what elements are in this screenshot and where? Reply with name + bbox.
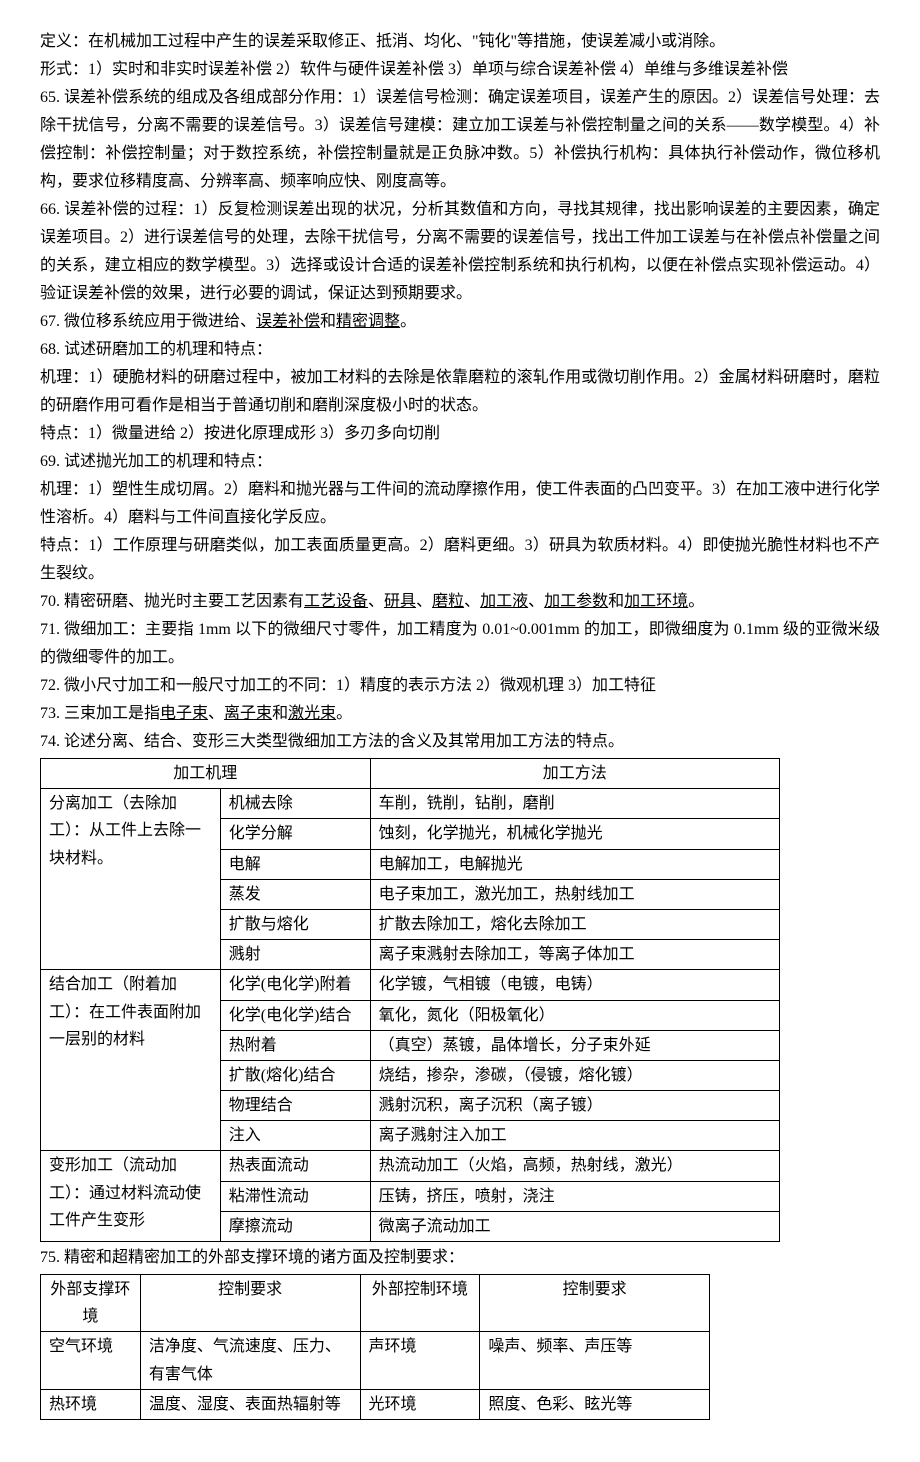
cell: 氧化，氮化（阳极氧化） [370,1000,779,1030]
cell: （真空）蒸镀，晶体增长，分子束外延 [370,1030,779,1060]
cell: 热流动加工（火焰，高频，热射线，激光） [370,1151,779,1181]
cell: 化学分解 [220,819,370,849]
cell: 噪声、频率、声压等 [480,1332,710,1389]
para-68-feat: 特点：1）微量进给 2）按进化原理成形 3）多刃多向切削 [40,420,880,448]
cell: 扩散(熔化)结合 [220,1060,370,1090]
cell-group-deform: 变形加工（流动加工）：通过材料流动使工件产生变形 [41,1151,221,1242]
cell: 照度、色彩、眩光等 [480,1389,710,1419]
table-row: 空气环境 洁净度、气流速度、压力、有害气体 声环境 噪声、频率、声压等 [41,1332,710,1389]
sep: 、 [416,593,432,610]
para-69-feat: 特点：1）工作原理与研磨类似，加工表面质量更高。2）磨料更细。3）研具为软质材料… [40,532,880,588]
cell: 电子束加工，激光加工，热射线加工 [370,879,779,909]
cell: 烧结，掺杂，渗碳，（侵镀，熔化镀） [370,1060,779,1090]
table-row: 变形加工（流动加工）：通过材料流动使工件产生变形 热表面流动 热流动加工（火焰，… [41,1151,780,1181]
para-70: 70. 精密研磨、抛光时主要工艺因素有工艺设备、研具、磨粒、加工液、加工参数和加… [40,588,880,616]
cell: 车削，铣削，钻削，磨削 [370,789,779,819]
th-req2: 控制要求 [480,1275,710,1332]
th-env2: 外部控制环境 [360,1275,480,1332]
cell: 热环境 [41,1389,141,1419]
cell: 化学(电化学)附着 [220,970,370,1000]
para-75: 75. 精密和超精密加工的外部支撑环境的诸方面及控制要求： [40,1244,880,1272]
cell: 粘滞性流动 [220,1181,370,1211]
para-forms: 形式：1）实时和非实时误差补偿 2）软件与硬件误差补偿 3）单项与综合误差补偿 … [40,56,880,84]
cell: 热附着 [220,1030,370,1060]
cell: 压铸，挤压，喷射，浇注 [370,1181,779,1211]
cell: 洁净度、气流速度、压力、有害气体 [140,1332,360,1389]
th-method: 加工方法 [370,759,779,789]
cell: 离子溅射注入加工 [370,1121,779,1151]
para-74: 74. 论述分离、结合、变形三大类型微细加工方法的含义及其常用加工方法的特点。 [40,728,880,756]
para-68: 68. 试述研磨加工的机理和特点： [40,336,880,364]
cell: 物理结合 [220,1091,370,1121]
cell: 注入 [220,1121,370,1151]
cell: 空气环境 [41,1332,141,1389]
cell: 热表面流动 [220,1151,370,1181]
cell: 离子束溅射去除加工，等离子体加工 [370,940,779,970]
table-row: 加工机理 加工方法 [41,759,780,789]
cell: 蚀刻，化学抛光，机械化学抛光 [370,819,779,849]
para-72: 72. 微小尺寸加工和一般尺寸加工的不同：1）精度的表示方法 2）微观机理 3）… [40,672,880,700]
para-73: 73. 三束加工是指电子束、离子束和激光束。 [40,700,880,728]
text: 。 [400,313,416,330]
underline-equipment: 工艺设备 [304,593,368,610]
th-env: 外部支撑环境 [41,1275,141,1332]
para-69-mech: 机理：1）塑性生成切屑。2）磨料和抛光器与工件间的流动摩擦作用，使工件表面的凸凹… [40,476,880,532]
underline-fluid: 加工液 [480,593,528,610]
cell: 温度、湿度、表面热辐射等 [140,1389,360,1419]
table-micro-methods: 加工机理 加工方法 分离加工（去除加工）：从工件上去除一块材料。 机械去除 车削… [40,758,780,1242]
underline-tool: 研具 [384,593,416,610]
cell: 摩擦流动 [220,1211,370,1241]
table-environment: 外部支撑环境 控制要求 外部控制环境 控制要求 空气环境 洁净度、气流速度、压力… [40,1274,710,1420]
sep: 、 [208,705,224,722]
sep: 和 [272,705,288,722]
table-row: 外部支撑环境 控制要求 外部控制环境 控制要求 [41,1275,710,1332]
para-71: 71. 微细加工：主要指 1mm 以下的微细尺寸零件，加工精度为 0.01~0.… [40,616,880,672]
underline-error-comp: 误差补偿 [256,313,320,330]
underline-ion-beam: 离子束 [224,705,272,722]
sep: 、 [464,593,480,610]
underline-params: 加工参数 [544,593,608,610]
para-67: 67. 微位移系统应用于微进给、误差补偿和精密调整。 [40,308,880,336]
underline-env: 加工环境 [624,593,688,610]
cell: 光环境 [360,1389,480,1419]
sep: 。 [688,593,704,610]
para-65: 65. 误差补偿系统的组成及各组成部分作用：1）误差信号检测：确定误差项目，误差… [40,84,880,196]
cell: 机械去除 [220,789,370,819]
cell: 微离子流动加工 [370,1211,779,1241]
cell: 扩散与熔化 [220,909,370,939]
text: 67. 微位移系统应用于微进给、 [40,313,256,330]
cell: 化学镀，气相镀（电镀，电铸） [370,970,779,1000]
text: 73. 三束加工是指 [40,705,160,722]
cell: 溅射 [220,940,370,970]
underline-precision-adjust: 精密调整 [336,313,400,330]
cell: 声环境 [360,1332,480,1389]
para-68-mech: 机理：1）硬脆材料的研磨过程中，被加工材料的去除是依靠磨粒的滚轧作用或微切削作用… [40,364,880,420]
cell: 电解 [220,849,370,879]
table-row: 热环境 温度、湿度、表面热辐射等 光环境 照度、色彩、眩光等 [41,1389,710,1419]
para-69: 69. 试述抛光加工的机理和特点： [40,448,880,476]
cell: 溅射沉积，离子沉积（离子镀） [370,1091,779,1121]
underline-electron-beam: 电子束 [160,705,208,722]
text: 和 [320,313,336,330]
sep: 、 [368,593,384,610]
para-definition: 定义：在机械加工过程中产生的误差采取修正、抵消、均化、"钝化"等措施，使误差减小… [40,28,880,56]
cell: 电解加工，电解抛光 [370,849,779,879]
table-row: 分离加工（去除加工）：从工件上去除一块材料。 机械去除 车削，铣削，钻削，磨削 [41,789,780,819]
th-mechanism: 加工机理 [41,759,371,789]
para-66: 66. 误差补偿的过程：1）反复检测误差出现的状况，分析其数值和方向，寻找其规律… [40,196,880,308]
underline-abrasive: 磨粒 [432,593,464,610]
underline-laser-beam: 激光束 [288,705,336,722]
cell: 化学(电化学)结合 [220,1000,370,1030]
cell: 蒸发 [220,879,370,909]
cell: 扩散去除加工，熔化去除加工 [370,909,779,939]
sep: 和 [608,593,624,610]
sep: 、 [528,593,544,610]
text: 70. 精密研磨、抛光时主要工艺因素有 [40,593,304,610]
sep: 。 [336,705,352,722]
cell-group-separate: 分离加工（去除加工）：从工件上去除一块材料。 [41,789,221,970]
cell-group-combine: 结合加工（附着加工）：在工件表面附加一层别的材料 [41,970,221,1151]
th-req: 控制要求 [140,1275,360,1332]
table-row: 结合加工（附着加工）：在工件表面附加一层别的材料 化学(电化学)附着 化学镀，气… [41,970,780,1000]
